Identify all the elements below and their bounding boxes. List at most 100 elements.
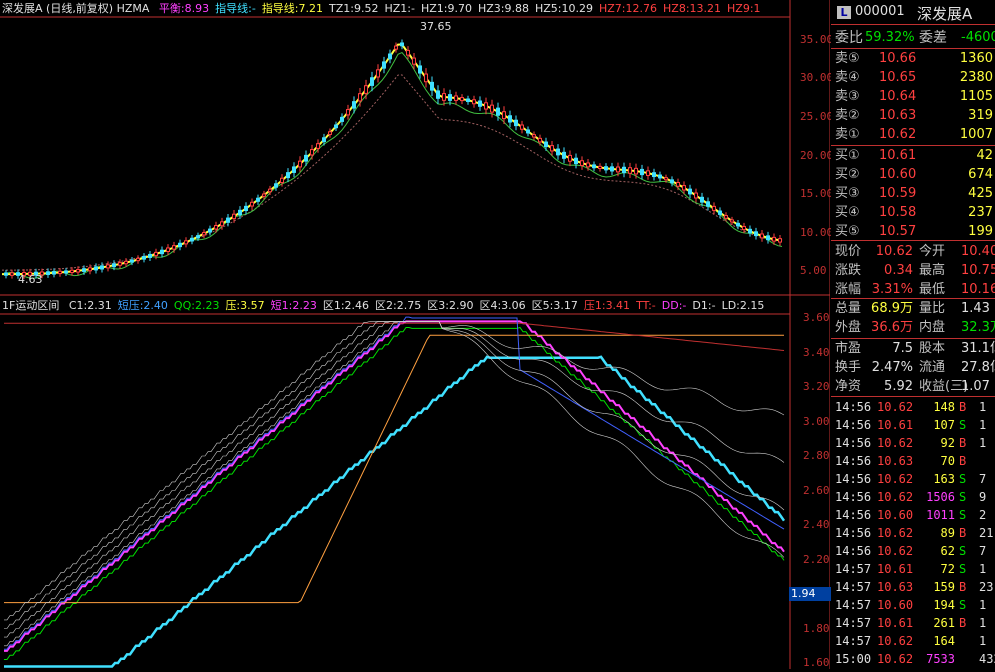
range-band-line — [4, 321, 785, 638]
volume-stat-row-value-1: 36.6万 — [871, 320, 913, 335]
lower-indicator-2: QQ:2.23 — [173, 299, 220, 312]
candle-body — [754, 231, 758, 237]
candle-body — [604, 166, 608, 171]
candle-body — [106, 264, 110, 269]
candle-body — [658, 174, 662, 179]
tick-price: 10.62 — [877, 472, 914, 486]
upper-indicator-4: HZ1:- — [384, 2, 415, 15]
volume-stat-row-value-2: 1.43 — [961, 301, 990, 316]
tick-volume: 261 — [933, 616, 955, 630]
range-band-line — [4, 321, 785, 647]
tick-row[interactable]: 14:56 10.62 148 B 1 — [831, 398, 995, 416]
tick-count: 432 — [979, 652, 995, 666]
chart-area[interactable]: 深发展A (日线,前复权) HZMA 平衡:8.93 指导线:- 指导线:7.21 T… — [0, 0, 834, 669]
candle-body — [628, 167, 632, 174]
upper-axis-tick: 20.00 — [800, 149, 834, 162]
candle-body — [454, 95, 458, 101]
bid-row: 买⑤ 10.57 199 — [831, 222, 995, 242]
tick-row[interactable]: 14:57 10.63 159 B 23 — [831, 578, 995, 596]
tick-time: 14:57 — [835, 634, 872, 648]
ask-row-label: 卖④ — [835, 70, 860, 85]
bid-row-price: 10.61 — [879, 148, 917, 163]
upper-axis-tick: 5.00 — [800, 264, 827, 277]
tick-volume: 1506 — [926, 490, 955, 504]
tick-row[interactable]: 14:57 10.61 72 S 1 — [831, 560, 995, 578]
support-line — [4, 355, 786, 668]
tick-time: 14:56 — [835, 490, 872, 504]
finance-stat-row-value-2: 27.8亿 — [961, 360, 995, 375]
separator — [831, 396, 995, 397]
candle-body — [172, 245, 176, 250]
tick-row[interactable]: 14:57 10.61 261 B 1 — [831, 614, 995, 632]
upper-indicator-2: 指导线:7.21 — [261, 2, 324, 15]
bid-row: 买③ 10.59 425 — [831, 184, 995, 204]
candle-body — [262, 193, 266, 197]
candle-body — [58, 270, 62, 275]
tick-row[interactable]: 14:57 10.60 194 S 1 — [831, 596, 995, 614]
finance-stat-row-label-1: 换手 — [835, 360, 862, 375]
lower-axis-tick: 3.20 — [803, 380, 830, 393]
tick-row[interactable]: 14:57 10.62 164 1 — [831, 632, 995, 650]
tick-side: B — [959, 400, 967, 414]
hz-band-line — [2, 74, 783, 271]
tick-side: S — [959, 472, 967, 486]
tick-volume: 107 — [933, 418, 955, 432]
candle-body — [748, 228, 752, 234]
tick-row[interactable]: 14:56 10.62 62 S 7 — [831, 542, 995, 560]
lower-indicator-5: 区1:2.46 — [322, 299, 370, 312]
candle-body — [280, 177, 284, 184]
chart-canvas[interactable] — [0, 0, 831, 669]
finance-stat-row-label-1: 市盈 — [835, 341, 862, 356]
tick-time: 14:56 — [835, 508, 872, 522]
candle-body — [730, 219, 734, 223]
tick-row[interactable]: 14:56 10.62 89 B 21 — [831, 524, 995, 542]
candle-body — [292, 166, 296, 173]
tick-volume: 164 — [933, 634, 955, 648]
candle-body — [304, 154, 308, 162]
tick-row[interactable]: 15:00 10.62 7533 432 — [831, 650, 995, 668]
bid-row-label: 买④ — [835, 205, 860, 220]
separator — [831, 298, 995, 299]
candle-body — [436, 90, 440, 99]
tick-side: S — [959, 544, 967, 558]
candle-body — [448, 94, 452, 101]
tick-count: 7 — [979, 544, 987, 558]
weibi-row: 委比 59.32% 委差 -4600 — [831, 28, 995, 48]
candle-body — [718, 210, 722, 215]
candle-body — [364, 85, 368, 94]
tick-row[interactable]: 14:56 10.62 92 B 1 — [831, 434, 995, 452]
bid-row-volume: 199 — [968, 224, 993, 239]
tick-time: 14:57 — [835, 580, 872, 594]
bid-row-price: 10.58 — [879, 205, 917, 220]
candle-body — [508, 115, 512, 123]
tick-row[interactable]: 14:56 10.62 163 S 7 — [831, 470, 995, 488]
tick-row[interactable]: 14:56 10.60 1011 S 2 — [831, 506, 995, 524]
lower-indicator-14: LD:2.15 — [721, 299, 765, 312]
finance-stat-row-label-1: 净资 — [835, 379, 862, 394]
tick-row[interactable]: 14:56 10.63 70 B — [831, 452, 995, 470]
tick-volume: 89 — [940, 526, 955, 540]
ask-row-volume: 319 — [968, 108, 993, 123]
candle-body — [484, 102, 488, 110]
tick-side: B — [959, 526, 967, 540]
lower-indicator-4: 短1:2.23 — [270, 299, 317, 312]
candle-body — [376, 69, 380, 78]
tick-side: B — [959, 580, 967, 594]
candle-body — [772, 236, 776, 242]
tick-price: 10.62 — [877, 436, 914, 450]
candle-body — [724, 215, 728, 219]
tick-price: 10.61 — [877, 616, 914, 630]
candle-body — [652, 172, 656, 178]
tick-row[interactable]: 14:56 10.62 1506 S 9 — [831, 488, 995, 506]
candle-body — [94, 266, 98, 271]
candle-body — [142, 255, 146, 260]
candle-body — [766, 235, 770, 241]
lower-axis-tick: 3.60 — [803, 311, 830, 324]
upper-indicator-6: HZ3:9.88 — [477, 2, 529, 15]
candle-body — [382, 61, 386, 69]
tick-time: 14:57 — [835, 616, 872, 630]
candle-body — [640, 168, 644, 176]
ask-row-label: 卖③ — [835, 89, 860, 104]
tick-row[interactable]: 14:56 10.61 107 S 1 — [831, 416, 995, 434]
candle-body — [760, 233, 764, 239]
